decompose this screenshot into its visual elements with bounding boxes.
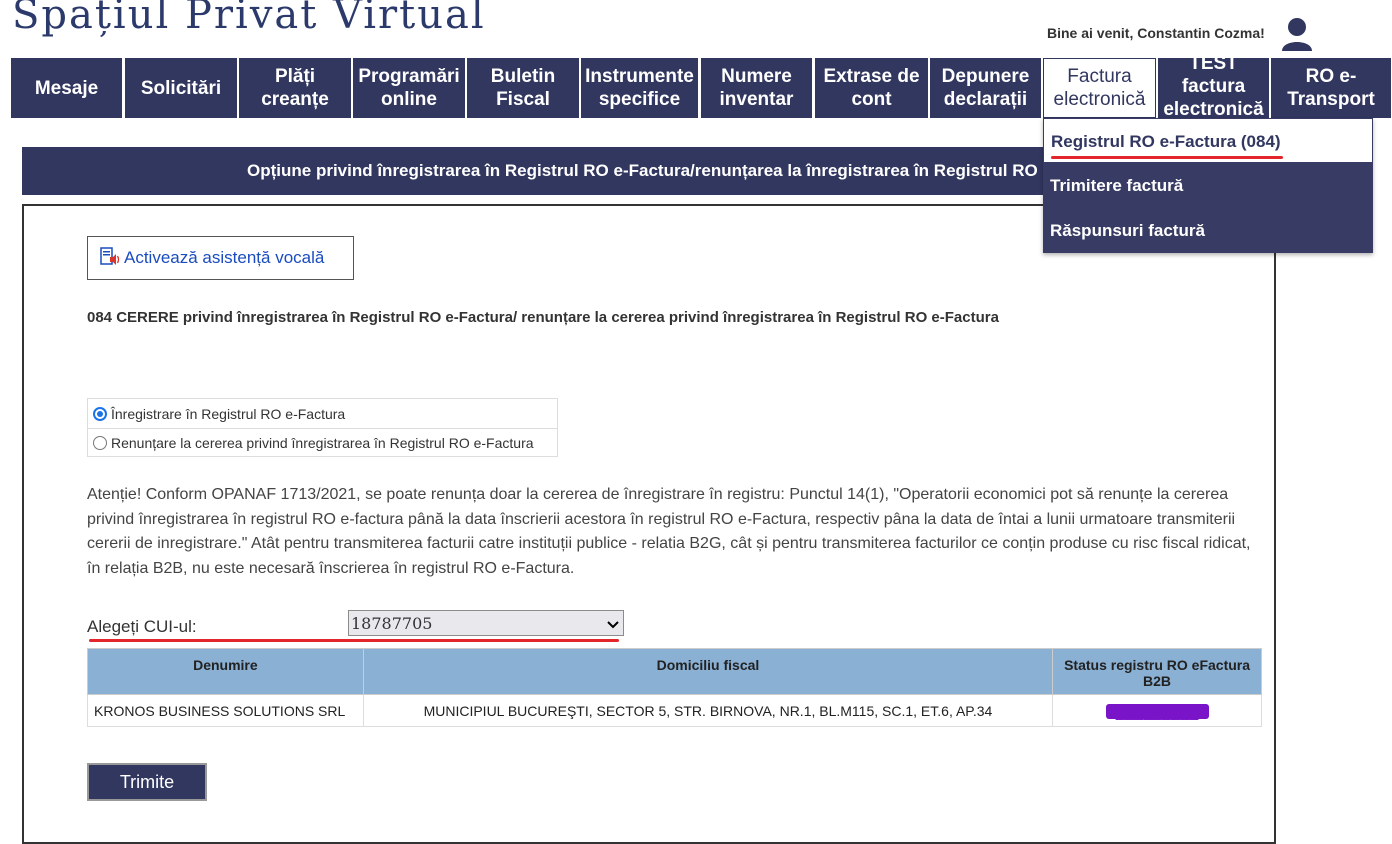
nav-item-mesaje[interactable]: Mesaje bbox=[11, 58, 122, 118]
welcome-text: Bine ai venit, Constantin Cozma! bbox=[1047, 25, 1265, 41]
cell-denumire: KRONOS BUSINESS SOLUTIONS SRL bbox=[87, 694, 364, 727]
menu-item-raspunsuri-factura[interactable]: Răspunsuri factură bbox=[1043, 208, 1373, 253]
col-header-status: Status registru RO eFactura B2B bbox=[1052, 648, 1262, 695]
highlight-underline bbox=[89, 639, 619, 642]
radio-option-register[interactable]: Înregistrare în Registrul RO e-Factura bbox=[88, 399, 557, 428]
col-header-denumire: Denumire bbox=[87, 648, 364, 695]
nav-item-plati-creante[interactable]: Plăți creanțe bbox=[239, 58, 351, 118]
nav-item-factura-electronica[interactable]: Factura electronică bbox=[1043, 58, 1156, 118]
company-table: Denumire Domiciliu fiscal Status registr… bbox=[87, 648, 1262, 727]
radio-withdraw[interactable] bbox=[93, 436, 107, 450]
user-avatar-icon[interactable] bbox=[1281, 17, 1313, 51]
notice-text: Atenție! Conform OPANAF 1713/2021, se po… bbox=[87, 486, 1251, 577]
nav-item-depunere-declaratii[interactable]: Depunere declarații bbox=[930, 58, 1041, 118]
submit-button[interactable]: Trimite bbox=[87, 763, 207, 801]
nav-item-numere-inventar[interactable]: Numere inventar bbox=[701, 58, 812, 118]
menu-item-trimitere-factura[interactable]: Trimitere factură bbox=[1043, 163, 1373, 208]
nav-item-instrumente-specifice[interactable]: Instrumente specifice bbox=[581, 58, 698, 118]
voice-assist-button[interactable]: Activează asistență vocală bbox=[87, 236, 354, 280]
request-type-radio-group: Înregistrare în Registrul RO e-Factura R… bbox=[87, 398, 558, 457]
nav-item-extrase-de-cont[interactable]: Extrase de cont bbox=[815, 58, 928, 118]
highlight-underline bbox=[1051, 156, 1283, 159]
nav-item-ro-e-transport[interactable]: RO e-Transport bbox=[1271, 58, 1391, 118]
nav-item-test-factura-electronica[interactable]: TEST factura electronică bbox=[1158, 58, 1269, 118]
radio-register[interactable] bbox=[93, 406, 107, 421]
radio-register-label: Înregistrare în Registrul RO e-Factura bbox=[111, 405, 346, 422]
menu-item-registrul-ro-efactura[interactable]: Registrul RO e-Factura (084) bbox=[1043, 118, 1373, 163]
cui-label: Alegeți CUI-ul: bbox=[87, 617, 197, 636]
chevron-down-icon bbox=[603, 614, 623, 633]
form-heading: 084 CERERE privind înregistrarea în Regi… bbox=[87, 309, 999, 326]
radio-withdraw-label: Renunțare la cererea privind înregistrar… bbox=[111, 435, 534, 451]
nav-item-solicitari[interactable]: Solicitări bbox=[125, 58, 237, 118]
col-header-domiciliu: Domiciliu fiscal bbox=[362, 648, 1054, 695]
factura-dropdown-menu: Registrul RO e-Factura (084) Trimitere f… bbox=[1043, 118, 1373, 253]
redacted-status: █████████ bbox=[1105, 703, 1209, 719]
cui-select[interactable]: 18787705 bbox=[348, 610, 624, 636]
radio-option-withdraw[interactable]: Renunțare la cererea privind înregistrar… bbox=[88, 428, 557, 457]
nav-item-buletin-fiscal[interactable]: Buletin Fiscal bbox=[467, 58, 579, 118]
cell-status: █████████ bbox=[1052, 694, 1262, 727]
table-header-row: Denumire Domiciliu fiscal Status registr… bbox=[87, 648, 1262, 695]
voice-assist-label: Activează asistență vocală bbox=[124, 248, 325, 267]
site-logo[interactable]: Spațiul Privat Virtual bbox=[12, 0, 486, 38]
speaker-icon bbox=[100, 247, 120, 265]
nav-item-programari-online[interactable]: Programări online bbox=[353, 58, 465, 118]
cui-selected-value: 18787705 bbox=[351, 613, 433, 633]
table-row: KRONOS BUSINESS SOLUTIONS SRL MUNICIPIUL… bbox=[87, 694, 1262, 727]
cell-domiciliu: MUNICIPIUL BUCUREŞTI, SECTOR 5, STR. BIR… bbox=[362, 694, 1054, 727]
